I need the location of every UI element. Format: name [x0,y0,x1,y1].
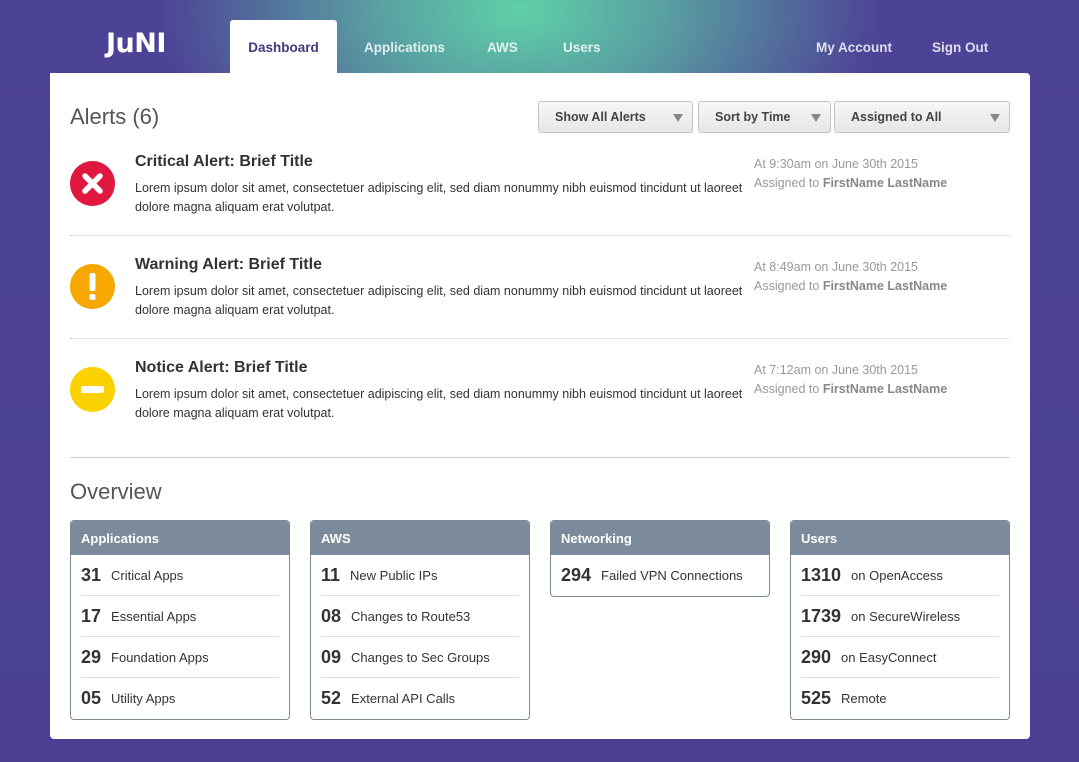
alert-time: At 7:12am on June 30th 2015 [754,363,919,377]
card-count: 1310 [801,564,842,585]
card-header[interactable]: Applications [71,521,289,555]
card-count: 294 [561,565,592,585]
tab-dashboard[interactable]: Dashboard [230,20,337,74]
card-header[interactable]: Users [791,521,1009,555]
card-label: External API Calls [351,691,456,706]
show-alerts-label: Show All Alerts [555,110,646,124]
card-count: 08 [321,605,342,626]
alert-body: Lorem ipsum dolor sit amet, consectetuer… [135,284,743,317]
alert-assignment: Assigned to FirstName LastName [754,174,947,193]
card-row[interactable]: 525 Remote [801,678,999,719]
alert-time: At 8:49am on June 30th 2015 [754,260,919,274]
card-row[interactable]: 1739 on SecureWireless [801,596,999,637]
card-count: 1739 [801,605,842,626]
sort-label: Sort by Time [715,110,791,124]
show-alerts-dropdown[interactable]: Show All Alerts [538,101,693,133]
card-label: Foundation Apps [111,649,209,665]
alert-item-notice[interactable]: Notice Alert: Brief Title Lorem ipsum do… [70,359,1010,462]
my-account-link[interactable]: My Account [816,40,892,55]
card-count: 17 [81,605,102,626]
x-circle-icon [70,161,115,206]
overview-card-users: Users 1310 on OpenAccess 1739 on SecureWir… [790,520,1010,720]
alert-body: Lorem ipsum dolor sit amet, consectetuer… [135,387,743,420]
section-divider [70,457,1010,458]
card-count: 11 [321,564,341,585]
card-count: 05 [81,688,102,708]
alert-title[interactable]: Notice Alert: Brief Title [135,359,307,377]
alert-time: At 9:30am on June 30th 2015 [754,157,919,171]
alert-item-warning[interactable]: Warning Alert: Brief Title Lorem ipsum d… [70,256,1010,359]
sort-dropdown[interactable]: Sort by Time [698,101,831,133]
card-row[interactable]: 11 New Public IPs [321,555,519,596]
card-label: Changes to Route53 [351,608,471,624]
alert-title[interactable]: Critical Alert: Brief Title [135,153,313,171]
card-label: Critical Apps [111,567,184,583]
alert-meta: At 9:30am on June 30th 2015 Assigned to … [754,155,947,193]
assigned-prefix: Assigned to [754,176,820,190]
chevron-down-icon [811,114,821,122]
alert-item-critical[interactable]: Critical Alert: Brief Title Lorem ipsum … [70,153,1010,256]
card-header[interactable]: AWS [311,521,529,555]
card-label: Utility Apps [111,691,176,706]
chevron-down-icon [990,114,1000,122]
assigned-label: Assigned to All [851,110,942,124]
card-row[interactable]: 1310 on OpenAccess [801,555,999,596]
tab-users[interactable]: Users [563,40,601,55]
alert-divider [70,338,1010,339]
card-count: 525 [801,688,832,708]
sign-out-link[interactable]: Sign Out [932,40,988,55]
overview-title: Overview [70,479,162,504]
card-label: on OpenAccess [851,567,943,583]
logo[interactable]: JuNI [106,28,166,59]
assignee-name[interactable]: FirstName LastName [823,279,947,293]
card-count: 52 [321,688,342,708]
card-count: 31 [81,564,102,585]
tab-aws[interactable]: AWS [487,40,518,55]
assignee-name[interactable]: FirstName LastName [823,176,947,190]
card-header[interactable]: Networking [551,521,769,555]
card-label: on EasyConnect [841,649,937,665]
card-row[interactable]: 294 Failed VPN Connections [561,555,759,596]
assignee-name[interactable]: FirstName LastName [823,382,947,396]
assigned-dropdown[interactable]: Assigned to All [834,101,1010,133]
exclamation-circle-icon [70,264,115,309]
overview-card-aws: AWS 11 New Public IPs 08 Changes to Route5… [310,520,530,720]
card-label: New Public IPs [350,567,438,583]
card-label: Changes to Sec Groups [351,649,490,665]
alert-assignment: Assigned to FirstName LastName [754,277,947,296]
chevron-down-icon [673,114,683,122]
card-label: Essential Apps [111,608,197,624]
card-row[interactable]: 09 Changes to Sec Groups [321,637,519,678]
card-count: 29 [81,646,102,667]
card-count: 09 [321,646,342,667]
assigned-prefix: Assigned to [754,279,820,293]
card-label: Remote [841,691,887,706]
alert-meta: At 7:12am on June 30th 2015 Assigned to … [754,361,947,399]
card-row[interactable]: 17 Essential Apps [81,596,279,637]
alert-divider [70,235,1010,236]
card-count: 290 [801,646,832,667]
card-row[interactable]: 290 on EasyConnect [801,637,999,678]
alert-body: Lorem ipsum dolor sit amet, consectetuer… [135,181,743,214]
top-nav: JuNI Dashboard Applications AWS Users My… [0,0,1079,74]
card-row[interactable]: 31 Critical Apps [81,555,279,596]
card-label: Failed VPN Connections [601,568,743,583]
card-row[interactable]: 29 Foundation Apps [81,637,279,678]
card-row[interactable]: 05 Utility Apps [81,678,279,719]
card-row[interactable]: 08 Changes to Route53 [321,596,519,637]
main-panel: Alerts (6) Show All Alerts Sort by Time … [50,73,1030,739]
alert-title[interactable]: Warning Alert: Brief Title [135,256,322,274]
alerts-title: Alerts (6) [70,104,160,129]
card-row[interactable]: 52 External API Calls [321,678,519,719]
card-label: on SecureWireless [851,608,961,624]
minus-circle-icon [70,367,115,412]
assigned-prefix: Assigned to [754,382,820,396]
overview-card-networking: Networking 294 Failed VPN Connections [550,520,770,597]
alert-meta: At 8:49am on June 30th 2015 Assigned to … [754,258,947,296]
overview-card-applications: Applications 31 Critical Apps 17 Essential… [70,520,290,720]
tab-applications[interactable]: Applications [364,40,445,55]
alert-assignment: Assigned to FirstName LastName [754,380,947,399]
